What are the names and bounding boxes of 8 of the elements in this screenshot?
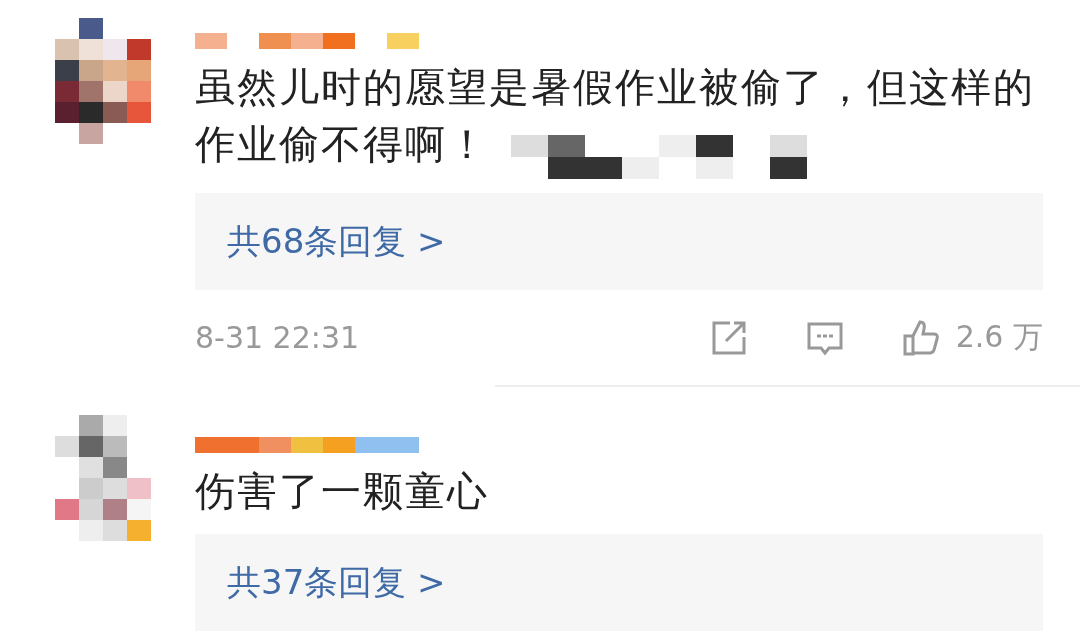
comment-text: 伤害了一颗童心 (195, 467, 489, 516)
replies-link[interactable]: 共37条回复 > (195, 534, 1043, 631)
timestamp: 8-31 22:31 (195, 320, 361, 355)
replies-link[interactable]: 共68条回复 > (195, 193, 1043, 290)
comment-text: 虽然儿时的愿望是暑假作业被偷了，但这样的 (195, 63, 1035, 112)
comment-text: 作业偷不得啊！ (195, 120, 489, 169)
like-count: 2.6 万 (955, 318, 1043, 356)
thumbs-up-icon[interactable] (901, 318, 940, 357)
